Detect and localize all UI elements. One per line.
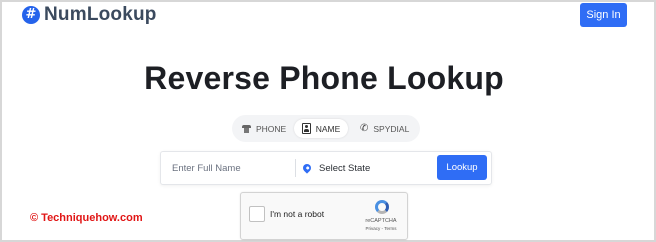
telephone-icon — [242, 124, 251, 133]
captcha-checkbox[interactable] — [249, 206, 265, 222]
recaptcha-brand: reCAPTCHA — [365, 218, 397, 224]
lookup-button[interactable]: Lookup — [437, 155, 487, 180]
search-type-tabs: PHONE NAME ✆ SPYDIAL — [232, 115, 420, 142]
tab-phone-label: PHONE — [256, 123, 287, 134]
state-select[interactable]: Select State — [301, 158, 371, 178]
brand-logo[interactable]: # NumLookup — [22, 4, 157, 26]
watermark-text: © Techniquehow.com — [30, 212, 143, 224]
tab-name-label: NAME — [315, 123, 341, 134]
state-select-value: Select State — [319, 162, 371, 174]
search-divider — [295, 159, 296, 177]
hash-logo-icon: # — [22, 6, 40, 24]
recaptcha-links[interactable]: Privacy - Terms — [359, 226, 403, 231]
recaptcha-widget: I'm not a robot reCAPTCHA Privacy - Term… — [240, 192, 408, 240]
tab-name[interactable]: NAME — [294, 119, 348, 138]
logo-text: NumLookup — [44, 4, 157, 25]
location-pin-icon — [301, 162, 313, 174]
sign-in-button[interactable]: Sign In — [580, 3, 627, 27]
full-name-input[interactable] — [169, 158, 293, 178]
page-title: Reverse Phone Lookup — [144, 60, 504, 96]
search-bar: Select State Lookup — [160, 151, 492, 185]
tab-spydial-label: SPYDIAL — [373, 123, 410, 134]
tab-spydial[interactable]: ✆ SPYDIAL — [360, 119, 409, 138]
id-card-icon — [301, 123, 311, 134]
captcha-label: I'm not a robot — [270, 209, 325, 219]
tab-phone[interactable]: PHONE — [242, 119, 286, 138]
recaptcha-logo-icon — [375, 200, 389, 214]
phone-handset-icon: ✆ — [360, 123, 369, 134]
